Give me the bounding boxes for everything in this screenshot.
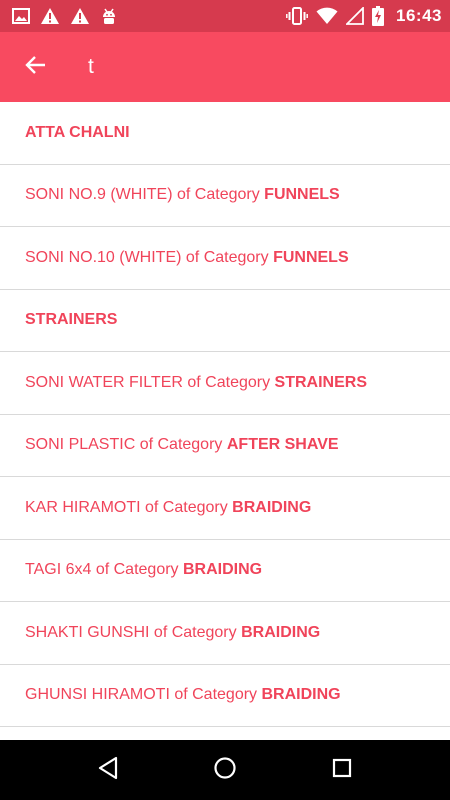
item-category: BRAIDING xyxy=(183,561,263,579)
warning-icon xyxy=(40,7,60,25)
nav-home-button[interactable] xyxy=(200,745,250,795)
battery-charging-icon xyxy=(372,6,385,26)
list-item[interactable]: SONI PLASTIC of Category AFTER SHAVE xyxy=(0,415,450,477)
item-connector: of Category xyxy=(91,561,183,579)
vibrate-icon xyxy=(286,7,308,25)
item-connector: of Category xyxy=(135,436,227,454)
search-input[interactable] xyxy=(88,47,428,87)
item-connector: of Category xyxy=(169,686,262,704)
status-bar: 16:43 xyxy=(0,0,450,32)
back-button[interactable] xyxy=(0,32,70,102)
list-item[interactable]: SONI NO.9 (WHITE) of Category FUNNELS xyxy=(0,165,450,227)
android-icon xyxy=(100,7,118,25)
list-item[interactable]: ATTA CHALNI xyxy=(0,102,450,165)
item-category: BRAIDING xyxy=(232,498,312,516)
item-category: AFTER SHAVE xyxy=(226,436,339,454)
nav-home-icon xyxy=(213,756,237,785)
nav-back-button[interactable] xyxy=(83,745,133,795)
list-item[interactable]: KAR HIRAMOTI of Category BRAIDING xyxy=(0,477,450,540)
item-name: ATTA CHALNI xyxy=(25,123,130,141)
item-category: FUNNELS xyxy=(264,186,340,204)
item-name: SONI PLASTIC xyxy=(25,436,136,454)
item-name: KAR HIRAMOTI xyxy=(25,498,141,516)
image-icon xyxy=(12,8,30,24)
system-icons: 16:43 xyxy=(286,6,442,26)
list-item[interactable]: SONI NO.10 (WHITE) of Category FUNNELS xyxy=(0,227,450,290)
item-category: BRAIDING xyxy=(261,686,341,704)
item-connector: of Category xyxy=(181,248,274,266)
list-item[interactable]: SHAKTI GUNSHI of Category BRAIDING xyxy=(0,602,450,665)
nav-recents-icon xyxy=(331,757,353,784)
list-item[interactable]: STRAINERS xyxy=(0,290,450,352)
item-name: SHAKTI GUNSHI xyxy=(25,623,150,641)
search-screen: 16:43 ATTA CHALNI SONI NO.9 (WHITE) of C… xyxy=(0,0,450,800)
status-time: 16:43 xyxy=(396,6,442,25)
item-name: SONI WATER FILTER xyxy=(25,373,183,391)
nav-back-icon xyxy=(97,756,119,785)
item-name: SONI NO.10 (WHITE) xyxy=(25,248,182,266)
item-category: FUNNELS xyxy=(273,248,349,266)
item-connector: of Category xyxy=(172,186,265,204)
search-toolbar xyxy=(0,32,450,102)
item-connector: of Category xyxy=(140,498,233,516)
signal-icon xyxy=(346,7,364,25)
item-name: STRAINERS xyxy=(25,311,118,329)
item-name: SONI NO.9 (WHITE) xyxy=(25,186,173,204)
item-name: GHUNSI HIRAMOTI xyxy=(25,686,170,704)
item-category: STRAINERS xyxy=(274,373,367,391)
list-item[interactable]: TAGI 6x4 of Category BRAIDING xyxy=(0,540,450,602)
item-connector: of Category xyxy=(149,623,242,641)
notification-icons xyxy=(12,7,118,25)
item-category: BRAIDING xyxy=(241,623,321,641)
list-item[interactable]: GHUNSI HIRAMOTI of Category BRAIDING xyxy=(0,665,450,727)
list-item[interactable]: SONI WATER FILTER of Category STRAINERS xyxy=(0,352,450,415)
item-name: TAGI 6x4 xyxy=(25,561,92,579)
search-results-list: ATTA CHALNI SONI NO.9 (WHITE) of Categor… xyxy=(0,102,450,740)
navigation-bar xyxy=(0,740,450,800)
nav-recents-button[interactable] xyxy=(317,745,367,795)
wifi-icon xyxy=(316,7,338,25)
warning-icon xyxy=(70,7,90,25)
item-connector: of Category xyxy=(182,373,275,391)
arrow-back-icon xyxy=(24,55,46,80)
